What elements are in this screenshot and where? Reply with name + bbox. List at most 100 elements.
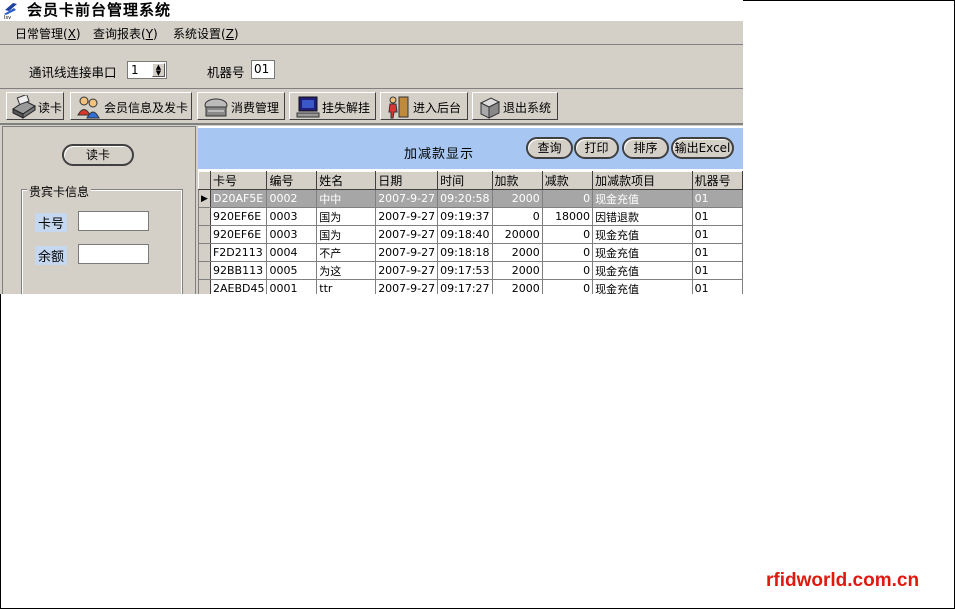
row-indicator[interactable]: [198, 225, 211, 244]
main-toolbar: 读卡 会员信息及发卡 消费管理 挂失解挂 进入后台 退出系统: [0, 89, 743, 125]
report-loss-label: 挂失解挂: [322, 101, 371, 115]
card-info-panel: 读卡 贵宾卡信息 卡号 余额: [2, 126, 196, 294]
table-cell[interactable]: 01: [691, 261, 743, 280]
table-row[interactable]: F2D2113 0004 不产 2007-9-27 09:18:18 2000 0 现金充值 0…: [198, 243, 743, 262]
table-cell[interactable]: 2AEBD45: [209, 279, 268, 294]
exit-tab[interactable]: 退出系统: [472, 92, 558, 120]
table-cell[interactable]: 0: [541, 243, 594, 262]
table-row[interactable]: 2AEBD45 0001 ttr 2007-9-27 09:17:27 2000 0 现金充值…: [198, 279, 743, 294]
table-cell[interactable]: 0003: [266, 207, 318, 226]
read-card-tab[interactable]: 读卡: [6, 92, 64, 120]
table-cell[interactable]: 0: [541, 279, 594, 294]
column-header[interactable]: 机器号: [691, 171, 743, 190]
port-spinner[interactable]: 1 ▲ ▼: [127, 61, 167, 79]
table-row[interactable]: 92BB113 0005 为这 2007-9-27 09:17:53 2000 0 现金充值 0…: [198, 261, 743, 280]
table-cell[interactable]: 2007-9-27: [375, 279, 439, 294]
table-cell[interactable]: 01: [691, 243, 743, 262]
print-button[interactable]: 打印: [574, 137, 619, 159]
table-cell[interactable]: 09:19:37: [437, 207, 493, 226]
row-indicator[interactable]: [198, 279, 211, 294]
table-cell[interactable]: 2000: [491, 243, 543, 262]
table-cell[interactable]: 0004: [266, 243, 318, 262]
table-cell[interactable]: 01: [691, 279, 743, 294]
read-card-button[interactable]: 读卡: [62, 144, 134, 166]
card-number-input[interactable]: [78, 211, 149, 231]
column-header[interactable]: 日期: [375, 171, 439, 190]
table-cell[interactable]: 中中: [316, 189, 377, 208]
table-cell[interactable]: 2000: [491, 279, 543, 294]
table-cell[interactable]: D20AF5E: [209, 189, 268, 208]
table-cell[interactable]: 920EF6E: [209, 207, 268, 226]
column-header[interactable]: 姓名: [316, 171, 377, 190]
column-header[interactable]: 减款: [541, 171, 594, 190]
column-header[interactable]: 加款: [491, 171, 543, 190]
report-loss-tab[interactable]: 挂失解挂: [289, 92, 376, 120]
table-cell[interactable]: 09:20:58: [437, 189, 493, 208]
table-cell[interactable]: 0: [541, 189, 594, 208]
table-cell[interactable]: 0003: [266, 225, 318, 244]
table-cell[interactable]: 2007-9-27: [375, 207, 439, 226]
table-cell[interactable]: 920EF6E: [209, 225, 268, 244]
menu-reports[interactable]: 查询报表(Y): [93, 25, 158, 42]
sort-button[interactable]: 排序: [622, 137, 669, 159]
table-cell[interactable]: 2007-9-27: [375, 243, 439, 262]
table-cell[interactable]: 2000: [491, 261, 543, 280]
table-cell[interactable]: 09:17:53: [437, 261, 493, 280]
table-cell[interactable]: 09:17:27: [437, 279, 493, 294]
table-row[interactable]: ▶ D20AF5E 0002 中中 2007-9-27 09:20:58 2000 0 现金充值…: [198, 189, 743, 208]
menu-settings[interactable]: 系统设置(Z): [173, 25, 239, 42]
table-cell[interactable]: 09:18:18: [437, 243, 493, 262]
table-cell[interactable]: 2000: [491, 189, 543, 208]
query-button[interactable]: 查询: [526, 137, 573, 159]
table-cell[interactable]: F2D2113: [209, 243, 268, 262]
table-cell[interactable]: 为这: [316, 261, 377, 280]
table-cell[interactable]: 18000: [541, 207, 594, 226]
table-row[interactable]: 920EF6E 0003 国为 2007-9-27 09:19:37 0 18000 因错退款…: [198, 207, 743, 226]
table-cell[interactable]: 0005: [266, 261, 318, 280]
title-bar: Jsy 会员卡前台管理系统: [0, 0, 743, 21]
table-cell[interactable]: 现金充值: [592, 189, 693, 208]
member-info-tab[interactable]: 会员信息及发卡: [70, 92, 192, 120]
table-cell[interactable]: 01: [691, 225, 743, 244]
spinner-arrows-icon[interactable]: ▲ ▼: [152, 63, 165, 77]
row-indicator[interactable]: [198, 207, 211, 226]
table-cell[interactable]: 01: [691, 189, 743, 208]
members-icon: [77, 96, 100, 119]
table-cell[interactable]: ttr: [316, 279, 377, 294]
table-cell[interactable]: 现金充值: [592, 243, 693, 262]
machine-number-input[interactable]: 01: [251, 60, 275, 79]
table-cell[interactable]: 0: [541, 261, 594, 280]
row-indicator[interactable]: [198, 243, 211, 262]
table-cell[interactable]: 因错退款: [592, 207, 693, 226]
table-cell[interactable]: 不产: [316, 243, 377, 262]
backend-tab[interactable]: 进入后台: [380, 92, 468, 120]
table-cell[interactable]: 国为: [316, 207, 377, 226]
column-header[interactable]: 时间: [437, 171, 493, 190]
table-cell[interactable]: 2007-9-27: [375, 189, 439, 208]
table-cell[interactable]: 20000: [491, 225, 543, 244]
balance-input[interactable]: [78, 244, 149, 264]
column-header[interactable]: 卡号: [209, 171, 268, 190]
table-cell[interactable]: 国为: [316, 225, 377, 244]
table-cell[interactable]: 0002: [266, 189, 318, 208]
table-cell[interactable]: 92BB113: [209, 261, 268, 280]
table-cell[interactable]: 2007-9-27: [375, 225, 439, 244]
transactions-table: 卡号 编号 姓名 日期 时间 加款 减款 加减款项目 机器号 ▶ D20AF5E 0…: [198, 171, 743, 294]
table-cell[interactable]: 2007-9-27: [375, 261, 439, 280]
menu-daily[interactable]: 日常管理(X): [15, 25, 81, 42]
table-cell[interactable]: 现金充值: [592, 225, 693, 244]
column-header[interactable]: 编号: [266, 171, 318, 190]
table-cell[interactable]: 01: [691, 207, 743, 226]
table-row[interactable]: 920EF6E 0003 国为 2007-9-27 09:18:40 20000 0 现金充值…: [198, 225, 743, 244]
table-cell[interactable]: 0: [491, 207, 543, 226]
consumption-tab[interactable]: 消费管理: [197, 92, 285, 120]
table-cell[interactable]: 0001: [266, 279, 318, 294]
table-cell[interactable]: 现金充值: [592, 279, 693, 294]
table-cell[interactable]: 09:18:40: [437, 225, 493, 244]
table-cell[interactable]: 0: [541, 225, 594, 244]
export-excel-button[interactable]: 输出Excel: [671, 137, 734, 159]
column-header[interactable]: 加减款项目: [592, 171, 693, 190]
table-cell[interactable]: 现金充值: [592, 261, 693, 280]
row-indicator[interactable]: [198, 261, 211, 280]
row-pointer-icon[interactable]: ▶: [198, 189, 211, 208]
